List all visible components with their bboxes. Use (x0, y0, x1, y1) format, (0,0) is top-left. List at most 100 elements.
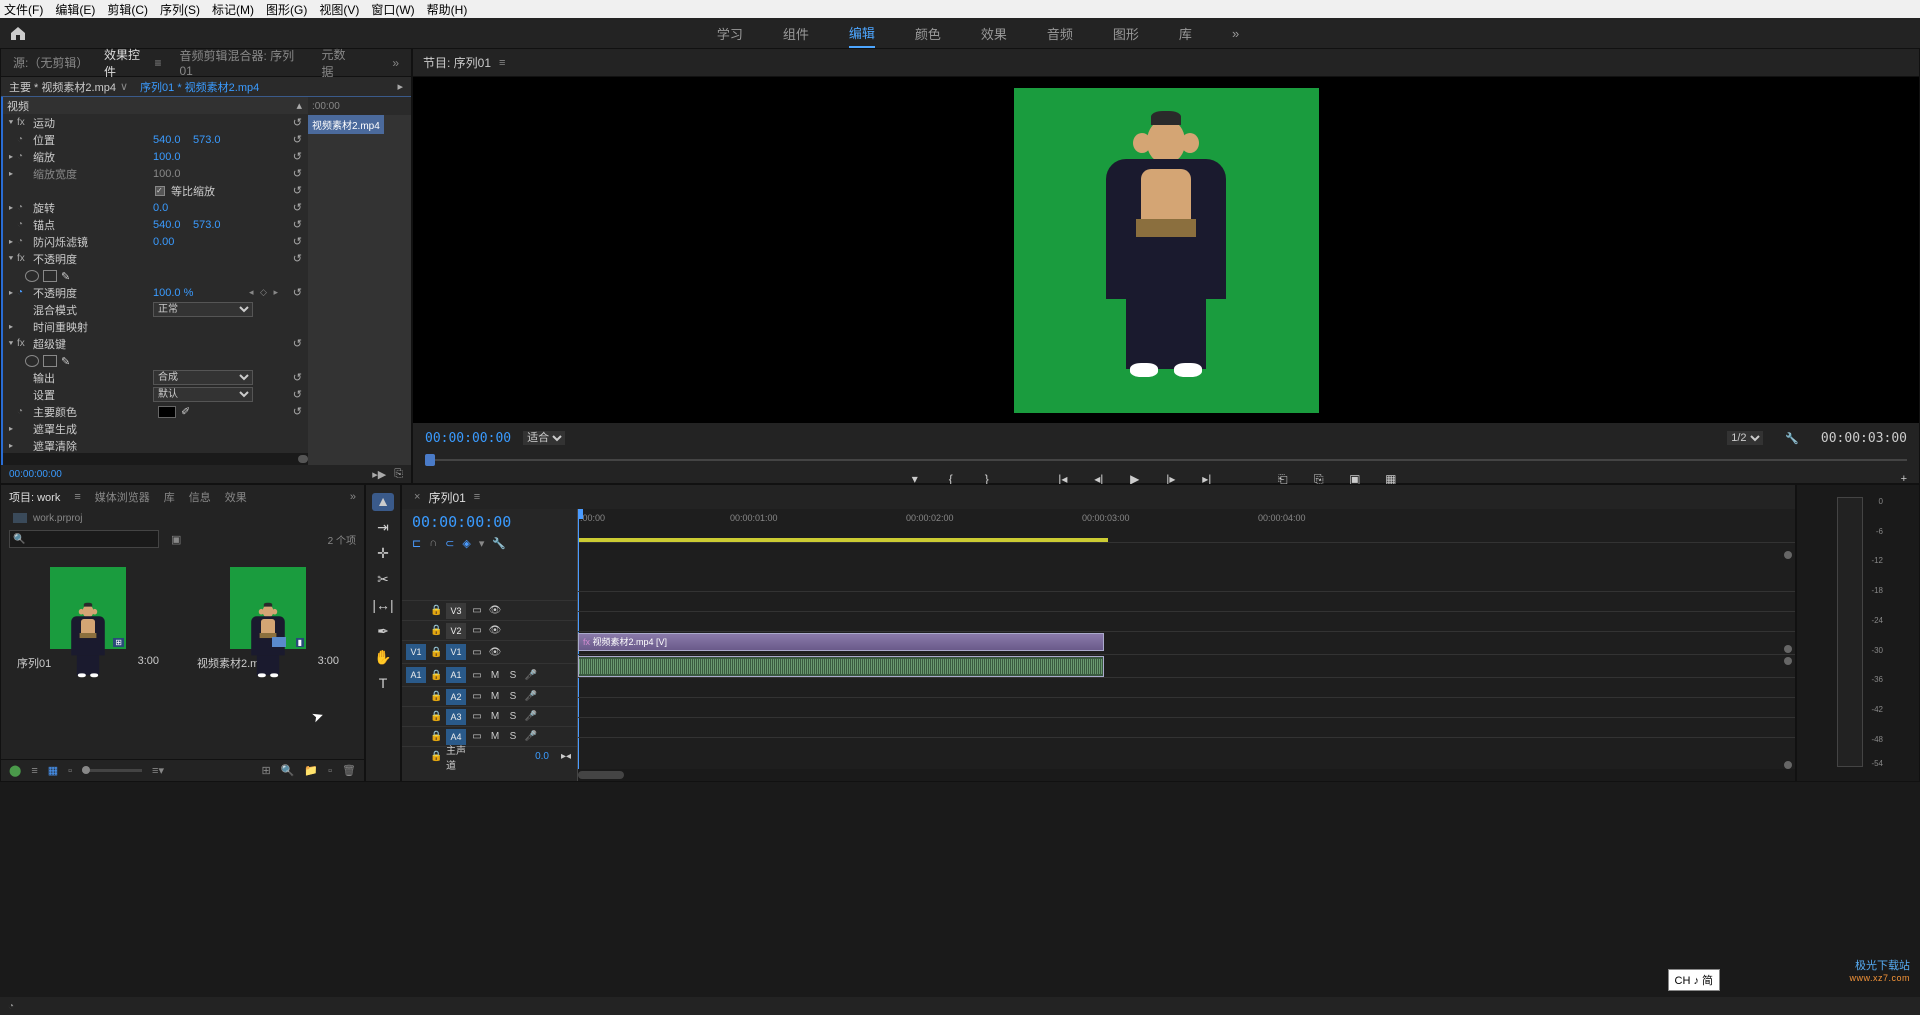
ec-opacity-section[interactable]: 不透明度 (33, 251, 77, 267)
program-viewport[interactable] (413, 77, 1919, 423)
sort-icon[interactable]: ≡▾ (152, 764, 164, 777)
workspace-editing[interactable]: 编辑 (849, 18, 875, 48)
track-a4[interactable] (578, 717, 1795, 737)
fx-badge-icon[interactable]: fx (17, 117, 31, 128)
reset-icon[interactable]: ↺ (293, 201, 302, 214)
camera-icon[interactable]: ▣ (171, 533, 181, 546)
reset-icon[interactable]: ↺ (293, 167, 302, 180)
timeline-tab[interactable]: 序列01 (428, 489, 465, 506)
reset-icon[interactable]: ↺ (293, 337, 302, 350)
list-view-icon[interactable]: ≡ (31, 765, 37, 777)
ec-ultrakey[interactable]: 超级键 (33, 336, 66, 352)
mute-icon[interactable]: M (488, 670, 502, 681)
settings-icon[interactable]: 🔧 (1785, 432, 1799, 445)
fx-badge-icon[interactable]: fx (17, 338, 31, 349)
lock-icon[interactable]: 🔒 (430, 751, 442, 762)
workspace-audio[interactable]: 音频 (1047, 18, 1073, 48)
tab-media-browser[interactable]: 媒体浏览器 (95, 489, 150, 505)
track-output-icon[interactable]: ▭ (470, 625, 484, 636)
lock-icon[interactable]: 🔒 (430, 711, 442, 722)
pen-tool[interactable]: ✒ (372, 623, 394, 641)
menu-markers[interactable]: 标记(M) (212, 1, 254, 18)
ec-rotation-val[interactable]: 0.0 (153, 202, 168, 214)
panel-overflow[interactable]: » (392, 56, 399, 70)
solo-icon[interactable]: S (506, 691, 520, 702)
mask-pen-icon[interactable]: ✎ (61, 355, 75, 367)
freeform-view-icon[interactable]: ▫ (68, 765, 72, 777)
reset-icon[interactable]: ↺ (293, 235, 302, 248)
bin-item-clip[interactable]: ▮ 视频素材2.mp43:00 (193, 567, 343, 671)
slip-tool[interactable]: |↔| (372, 597, 394, 615)
home-button[interactable] (0, 18, 36, 48)
reset-icon[interactable]: ↺ (293, 218, 302, 231)
razor-tool[interactable]: ✂ (372, 571, 394, 589)
timeline-hscroll[interactable] (578, 769, 1795, 781)
track-v1[interactable]: fx 视频素材2.mp4 [V] (578, 631, 1795, 654)
solo-icon[interactable]: S (506, 711, 520, 722)
tl-settings-icon[interactable]: ▾ (479, 537, 485, 550)
ec-output-select[interactable]: 合成 (153, 370, 253, 385)
workspace-overflow[interactable]: » (1232, 18, 1239, 48)
twisty-icon[interactable]: ⯆ (5, 118, 17, 128)
mute-icon[interactable]: M (488, 731, 502, 742)
track-output-icon[interactable]: ▭ (470, 691, 484, 702)
ime-indicator[interactable]: CH ♪ 简 (1668, 969, 1721, 991)
ec-loop-icon[interactable]: ⎘ (394, 468, 403, 481)
hand-tool[interactable]: ✋ (372, 649, 394, 667)
reset-icon[interactable]: ↺ (293, 286, 302, 299)
timeline-clip-audio[interactable] (578, 656, 1104, 677)
work-area-bar[interactable] (578, 538, 1108, 542)
ec-timeremap[interactable]: 时间重映射 (33, 319, 88, 335)
ec-mini-timeline[interactable]: :00:00 视频素材2.mp4 (308, 97, 411, 465)
ec-setting-select[interactable]: 默认 (153, 387, 253, 402)
tab-libraries[interactable]: 库 (164, 489, 175, 505)
ec-flicker-val[interactable]: 0.00 (153, 236, 174, 248)
tl-close[interactable]: × (414, 491, 420, 503)
track-mix[interactable] (578, 737, 1795, 757)
ec-toggle-icon[interactable]: ▸▶ (372, 468, 386, 481)
audio-meter[interactable] (1837, 497, 1863, 767)
track-select-tool[interactable]: ⇥ (372, 519, 394, 537)
lock-icon[interactable]: 🔒 (430, 605, 442, 616)
ec-position-x[interactable]: 540.0 (153, 134, 181, 146)
track-output-icon[interactable]: ▭ (470, 647, 484, 658)
panel-overflow[interactable]: » (350, 491, 356, 503)
track-target[interactable]: V1 (446, 644, 466, 660)
track-target[interactable]: A1 (446, 667, 466, 683)
track-target[interactable]: A2 (446, 689, 466, 705)
voice-icon[interactable]: 🎤 (524, 731, 538, 742)
ec-keycolor-chip[interactable] (158, 406, 176, 418)
tab-metadata[interactable]: 元数据 (321, 46, 356, 80)
tab-project[interactable]: 项目: work (9, 489, 60, 505)
source-patch[interactable]: V1 (406, 644, 426, 660)
mute-icon[interactable]: M (488, 711, 502, 722)
ec-blend-select[interactable]: 正常 (153, 302, 253, 317)
menu-clip[interactable]: 剪辑(C) (107, 1, 148, 18)
reset-icon[interactable]: ↺ (293, 371, 302, 384)
reset-icon[interactable]: ↺ (293, 405, 302, 418)
program-fit-select[interactable]: 适合 (523, 431, 565, 445)
program-tab[interactable]: 节目: 序列01 (423, 54, 491, 71)
workspace-effects[interactable]: 效果 (981, 18, 1007, 48)
timeline-timecode[interactable]: 00:00:00:00 (402, 509, 577, 535)
track-output-icon[interactable]: ▭ (470, 731, 484, 742)
thumbnail-size-slider[interactable] (82, 769, 142, 772)
stopwatch-icon[interactable]: ◔ (17, 134, 31, 145)
ec-matte-clean[interactable]: 遮罩清除 (33, 438, 77, 454)
mask-ellipse-icon[interactable] (25, 270, 39, 282)
track-output-icon[interactable]: ▭ (470, 670, 484, 681)
tl-wrench-icon[interactable]: 🔧 (492, 537, 506, 550)
menu-view[interactable]: 视图(V) (319, 1, 359, 18)
stopwatch-icon[interactable]: ◔ (17, 219, 31, 230)
tl-markers-icon[interactable]: ◈ (462, 537, 470, 550)
mask-rect-icon[interactable] (43, 355, 57, 367)
lock-icon[interactable]: 🔒 (430, 670, 442, 681)
source-patch[interactable]: A1 (406, 667, 426, 683)
track-output-icon[interactable]: ▭ (470, 605, 484, 616)
eye-icon[interactable]: 👁 (488, 605, 502, 616)
mask-ellipse-icon[interactable] (25, 355, 39, 367)
reset-icon[interactable]: ↺ (293, 150, 302, 163)
stopwatch-icon[interactable]: ◔ (17, 287, 31, 298)
new-bin-icon[interactable]: 📁 (304, 764, 318, 777)
bin-item-sequence[interactable]: ⊞ 序列013:00 (13, 567, 163, 671)
